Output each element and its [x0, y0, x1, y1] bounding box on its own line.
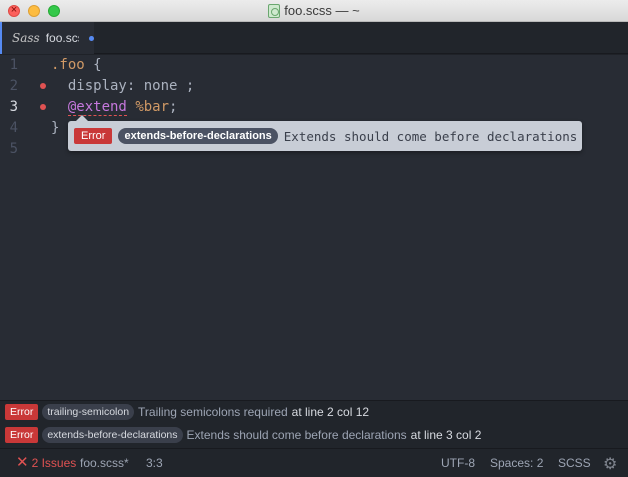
line-number[interactable]: 5 [6, 139, 18, 160]
brace-token: { [84, 57, 102, 73]
grammar-selector[interactable]: SCSS [558, 456, 591, 470]
issue-message: Extends should come before declarations [186, 428, 407, 442]
issue-location-link[interactable]: at line 3 col 2 [411, 428, 482, 442]
code-line-active[interactable]: 3 @extend %bar; [0, 97, 628, 118]
value-token: : none ; [126, 78, 195, 94]
gear-icon[interactable]: ⚙ [603, 454, 617, 474]
maximize-icon[interactable] [48, 5, 60, 17]
rule-badge[interactable]: extends-before-declarations [118, 128, 278, 144]
rule-badge[interactable]: extends-before-declarations [42, 427, 183, 443]
close-icon[interactable] [8, 5, 20, 17]
minimize-icon[interactable] [28, 5, 40, 17]
linter-issue-row[interactable]: Error extends-before-declarations Extend… [5, 426, 481, 444]
tab-foo-scss[interactable]: Sass foo.scss [0, 22, 94, 54]
brace-token: } [51, 120, 60, 136]
code-line[interactable]: 2 display: none ; [0, 76, 628, 97]
lint-tooltip: Error extends-before-declarations Extend… [68, 115, 582, 151]
issue-message: Trailing semicolons required [138, 405, 288, 419]
indentation-selector[interactable]: Spaces: 2 [490, 456, 543, 470]
error-badge: Error [5, 427, 39, 443]
scss-file-icon [268, 3, 281, 18]
tooltip-message: Extends should come before declarations [283, 128, 578, 144]
selector-token: .foo [51, 57, 85, 73]
encoding-selector[interactable]: UTF-8 [441, 456, 475, 470]
modified-indicator-icon [89, 35, 94, 41]
code-line[interactable]: 1 .foo { [0, 55, 628, 76]
issue-location-link[interactable]: at line 2 col 12 [292, 405, 369, 419]
window-title: foo.scss — ~ [268, 3, 360, 18]
error-marker-icon[interactable] [40, 104, 46, 110]
cursor-position[interactable]: 3:3 [146, 456, 163, 470]
rule-badge[interactable]: trailing-semicolon [42, 404, 135, 420]
status-bar: ✕ 2 Issues foo.scss* 3:3 UTF-8 Spaces: 2… [0, 448, 628, 477]
error-x-icon: ✕ [16, 454, 29, 471]
window-controls [8, 5, 60, 17]
placeholder-token: %bar [135, 99, 170, 115]
line-number[interactable]: 4 [6, 118, 18, 139]
status-file-name[interactable]: foo.scss* [80, 456, 129, 470]
line-number[interactable]: 2 [6, 76, 18, 97]
tab-label: foo.scss [45, 31, 80, 45]
extend-token: @extend [67, 99, 127, 116]
issues-count-button[interactable]: ✕ 2 Issues [16, 454, 77, 471]
code-editor[interactable]: 1 .foo { 2 display: none ; 3 @extend %ba… [0, 55, 628, 400]
line-number[interactable]: 3 [6, 97, 18, 118]
error-badge: Error [74, 128, 113, 144]
error-badge: Error [5, 404, 39, 420]
linter-issue-row[interactable]: Error trailing-semicolon Trailing semico… [5, 403, 369, 421]
linter-panel: Error trailing-semicolon Trailing semico… [0, 400, 628, 448]
window-titlebar: foo.scss — ~ [0, 0, 628, 22]
line-number[interactable]: 1 [6, 55, 18, 76]
error-marker-icon[interactable] [40, 83, 46, 89]
window-title-text: foo.scss — ~ [284, 3, 360, 18]
sass-logo-icon: Sass [12, 31, 40, 45]
property-token: display [67, 78, 127, 94]
tab-bar: Sass foo.scss [0, 22, 628, 54]
issues-count: 2 Issues [31, 456, 77, 470]
